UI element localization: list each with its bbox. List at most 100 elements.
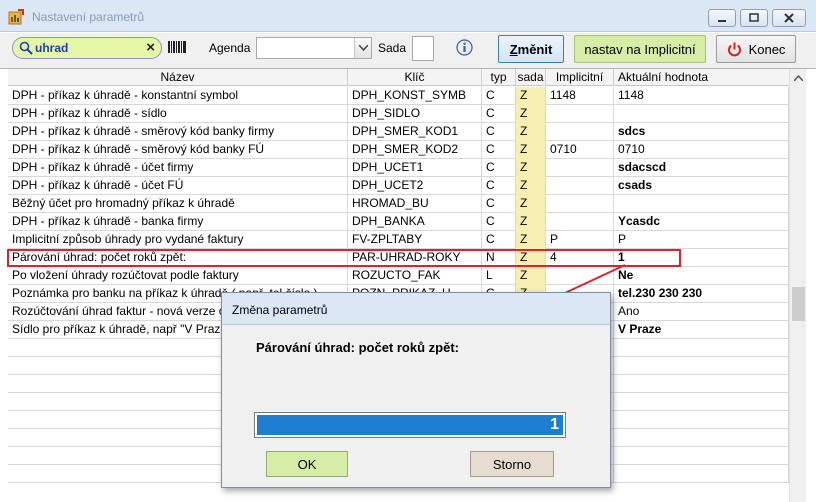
sada-input[interactable] [412, 36, 434, 61]
clear-search-icon[interactable]: × [146, 39, 155, 56]
cell-current-value: 1 [614, 249, 789, 267]
power-icon [727, 42, 741, 56]
cell-sada: Z [516, 249, 546, 267]
cell-key: DPH_BANKA [348, 213, 482, 231]
vertical-scrollbar[interactable] [789, 69, 806, 502]
column-header-typ[interactable]: typ [482, 69, 516, 86]
cell-typ: L [482, 267, 516, 285]
table-row[interactable]: Po vložení úhrady rozúčtovat podle faktu… [8, 267, 789, 285]
minimize-button[interactable] [708, 9, 736, 27]
cell-current-value: V Praze [614, 321, 789, 339]
column-header-name[interactable]: Název [8, 69, 348, 86]
cell-name: DPH - příkaz k úhradě - účet firmy [8, 159, 348, 177]
cell-key: DPH_UCET2 [348, 177, 482, 195]
info-icon[interactable] [456, 39, 473, 56]
dialog-prompt: Párování úhrad: počet roků zpět: [256, 340, 459, 355]
table-row[interactable]: DPH - příkaz k úhradě - banka firmy DPH_B… [8, 213, 789, 231]
cell-current-value: Ne [614, 267, 789, 285]
cell-key: FV-ZPLTABY [348, 231, 482, 249]
cell-name: DPH - příkaz k úhradě - směrový kód bank… [8, 123, 348, 141]
cell-typ: C [482, 195, 516, 213]
scroll-up-button[interactable] [790, 69, 807, 86]
cell-sada: Z [516, 105, 546, 123]
search-box[interactable]: uhrad × [12, 37, 162, 59]
cell-name: DPH - příkaz k úhradě - sídlo [8, 105, 348, 123]
cell-implicit: 1148 [546, 87, 614, 105]
cell-current-value [614, 447, 789, 465]
maximize-button[interactable] [740, 9, 768, 27]
cell-key: ROZUCTO_FAK [348, 267, 482, 285]
cell-sada: Z [516, 87, 546, 105]
cell-typ: C [482, 177, 516, 195]
column-header-sada[interactable]: sada [516, 69, 546, 86]
toolbar: uhrad × Agenda Sada Změnit nastav na Imp… [0, 33, 816, 68]
table-row[interactable]: DPH - příkaz k úhradě - sídlo DPH_SIDLO C Z [8, 105, 789, 123]
cell-name: Běžný účet pro hromadný příkaz k úhradě [8, 195, 348, 213]
table-row[interactable]: Párování úhrad: počet roků zpět: PAR-UHRA… [8, 249, 789, 267]
cell-implicit [546, 195, 614, 213]
cell-current-value [614, 465, 789, 483]
cell-typ: C [482, 213, 516, 231]
chevron-down-icon [358, 45, 368, 51]
cell-implicit [546, 213, 614, 231]
table-row[interactable]: DPH - příkaz k úhradě - účet FÚ DPH_UCET2… [8, 177, 789, 195]
barcode-icon[interactable] [168, 41, 186, 53]
cell-current-value [614, 105, 789, 123]
cell-current-value [614, 393, 789, 411]
cell-name: Párování úhrad: počet roků zpět: [8, 249, 348, 267]
cell-current-value [614, 411, 789, 429]
minimize-icon [718, 20, 726, 22]
cell-implicit [546, 105, 614, 123]
cell-typ: C [482, 231, 516, 249]
close-button[interactable] [772, 9, 806, 27]
window-title: Nastavení parametrů [32, 10, 145, 24]
konec-button[interactable]: Konec [716, 35, 796, 63]
cell-current-value: csads [614, 177, 789, 195]
cell-current-value: sdcs [614, 123, 789, 141]
scrollbar-thumb[interactable] [792, 287, 805, 321]
cell-current-value [614, 339, 789, 357]
cell-sada: Z [516, 195, 546, 213]
column-header-key[interactable]: Klíč [348, 69, 482, 86]
search-input[interactable]: uhrad [35, 41, 68, 55]
zmenit-button[interactable]: Změnit [498, 35, 564, 63]
cell-sada: Z [516, 177, 546, 195]
column-header-current-value[interactable]: Aktuální hodnota [614, 69, 789, 86]
agenda-dropdown-button[interactable] [354, 38, 371, 58]
column-header-implicit[interactable]: Implicitní [546, 69, 614, 86]
table-row[interactable]: DPH - příkaz k úhradě - směrový kód bank… [8, 141, 789, 159]
set-implicit-button[interactable]: nastav na Implicitní [574, 35, 706, 63]
cell-key: DPH_KONST_SYMB [348, 87, 482, 105]
cell-name: DPH - příkaz k úhradě - konstantní symbo… [8, 87, 348, 105]
cancel-button[interactable]: Storno [470, 451, 554, 477]
ok-button[interactable]: OK [266, 451, 348, 477]
cell-key: DPH_SIDLO [348, 105, 482, 123]
cell-typ: C [482, 105, 516, 123]
cell-current-value: P [614, 231, 789, 249]
cell-sada: Z [516, 159, 546, 177]
cell-name: Po vložení úhrady rozúčtovat podle faktu… [8, 267, 348, 285]
cell-typ: C [482, 87, 516, 105]
cell-implicit [546, 123, 614, 141]
dialog-value-input[interactable]: 1 [254, 412, 566, 438]
cell-name: Implicitní způsob úhrady pro vydané fakt… [8, 231, 348, 249]
cell-current-value [614, 375, 789, 393]
table-row[interactable]: Implicitní způsob úhrady pro vydané fakt… [8, 231, 789, 249]
cell-current-value: sdacscd [614, 159, 789, 177]
cell-key: DPH_SMER_KOD1 [348, 123, 482, 141]
cell-implicit [546, 267, 614, 285]
table-row[interactable]: DPH - příkaz k úhradě - směrový kód bank… [8, 123, 789, 141]
cell-typ: N [482, 249, 516, 267]
change-parameter-dialog: Změna parametrů Párování úhrad: počet ro… [221, 292, 611, 488]
dialog-title: Změna parametrů [232, 303, 328, 317]
agenda-select[interactable] [256, 37, 372, 59]
table-row[interactable]: DPH - příkaz k úhradě - konstantní symbo… [8, 87, 789, 105]
cell-sada: Z [516, 123, 546, 141]
table-row[interactable]: Běžný účet pro hromadný příkaz k úhradě H… [8, 195, 789, 213]
table-row[interactable]: DPH - příkaz k úhradě - účet firmy DPH_UC… [8, 159, 789, 177]
cell-current-value: Ano [614, 303, 789, 321]
cell-key: HROMAD_BU [348, 195, 482, 213]
cell-sada: Z [516, 141, 546, 159]
cell-typ: C [482, 159, 516, 177]
dialog-value[interactable]: 1 [257, 415, 563, 435]
